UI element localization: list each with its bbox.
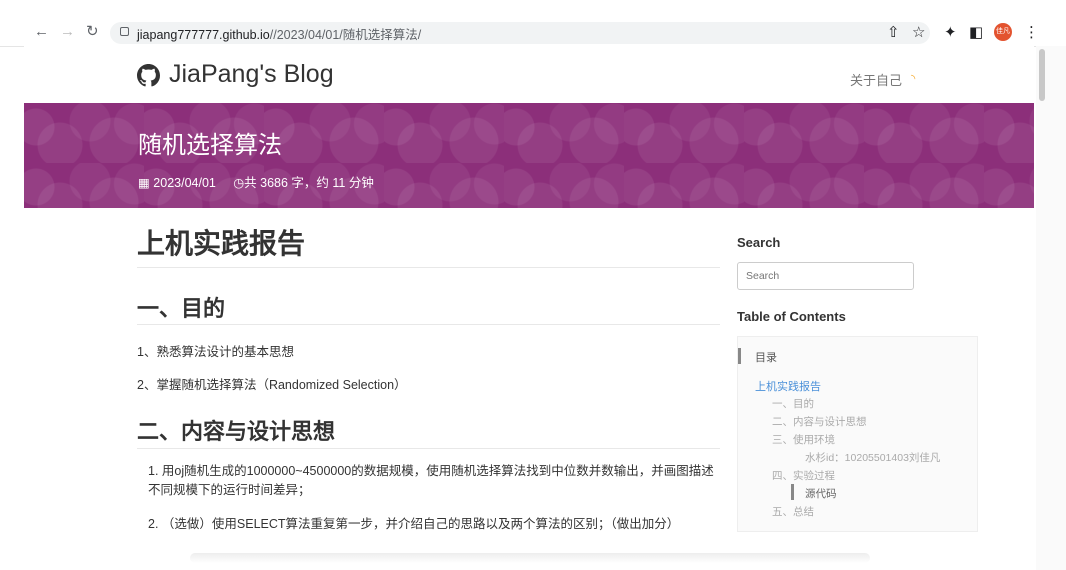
- post-date: 2023/04/01: [153, 176, 216, 190]
- reload-icon[interactable]: ↻: [86, 20, 99, 44]
- toc-link[interactable]: 三、使用环境: [772, 432, 835, 447]
- design-item: 2. （选做）使用SELECT算法重复第一步，并介绍自己的思路以及两个算法的区别…: [148, 517, 680, 531]
- purpose-item: 2、掌握随机选择算法（Randomized Selection）: [137, 378, 407, 392]
- toc-marker: [738, 348, 741, 364]
- heading-report: 上机实践报告: [137, 228, 306, 259]
- heading-design: 二、内容与设计思想: [137, 419, 336, 444]
- extensions-icon[interactable]: ✦: [944, 23, 957, 43]
- share-icon[interactable]: ⇧: [887, 23, 900, 43]
- toc-link[interactable]: 水杉id：10205501403刘佳凡: [805, 450, 940, 465]
- code-block-top: [190, 553, 870, 563]
- divider: [137, 448, 720, 449]
- site-brand[interactable]: JiaPang's Blog: [169, 60, 334, 89]
- lock-icon: [120, 27, 129, 36]
- divider: [137, 267, 720, 268]
- back-icon[interactable]: ←: [34, 20, 49, 44]
- design-item: 1. 用oj随机生成的1000000~4500000的数据规模，使用随机选择算法…: [148, 464, 714, 497]
- star-icon[interactable]: ☆: [912, 23, 925, 43]
- post-title: 随机选择算法: [138, 132, 282, 159]
- toc-link-active[interactable]: 源代码: [805, 486, 837, 501]
- nav-about[interactable]: 关于自己: [850, 70, 902, 89]
- menu-icon[interactable]: ⋮: [1024, 23, 1039, 43]
- url-text[interactable]: jiapang777777.github.io//2023/04/01/随机选择…: [137, 24, 421, 43]
- purpose-item: 1、熟悉算法设计的基本思想: [137, 345, 294, 359]
- post-header-banner: 随机选择算法 ▦ 2023/04/01 ◷共 3686 字，约 11 分钟: [24, 103, 1034, 208]
- github-icon: [137, 64, 160, 87]
- toc-marker: [791, 484, 794, 500]
- toc-heading: Table of Contents: [737, 309, 846, 324]
- toc-link[interactable]: 四、实验过程: [772, 468, 835, 483]
- search-heading: Search: [737, 235, 781, 250]
- profile-avatar[interactable]: 佳凡: [994, 23, 1012, 41]
- search-box[interactable]: [737, 262, 914, 290]
- search-input[interactable]: [744, 269, 908, 283]
- calendar-icon: ▦: [138, 176, 150, 190]
- toc-link[interactable]: 上机实践报告: [755, 378, 821, 394]
- rss-icon[interactable]: ◝: [911, 72, 915, 85]
- toc-header: 目录: [755, 352, 777, 364]
- divider: [137, 324, 720, 325]
- post-meta: ▦ 2023/04/01 ◷共 3686 字，约 11 分钟: [138, 172, 374, 191]
- scrollbar-track[interactable]: [1036, 46, 1066, 570]
- toc-link[interactable]: 一、目的: [772, 396, 814, 411]
- clock-icon: ◷: [233, 176, 245, 190]
- toc-link[interactable]: 五、总结: [772, 504, 814, 519]
- scrollbar-thumb[interactable]: [1039, 49, 1045, 101]
- heading-purpose: 一、目的: [137, 296, 226, 321]
- forward-icon[interactable]: →: [60, 20, 75, 44]
- sidebar-icon[interactable]: ◧: [969, 23, 983, 43]
- toc-link[interactable]: 二、内容与设计思想: [772, 414, 867, 429]
- word-count: 共 3686 字，约 11 分钟: [244, 176, 374, 190]
- toc-panel: 目录 上机实践报告 一、目的 二、内容与设计思想 三、使用环境 水杉id：102…: [737, 336, 978, 532]
